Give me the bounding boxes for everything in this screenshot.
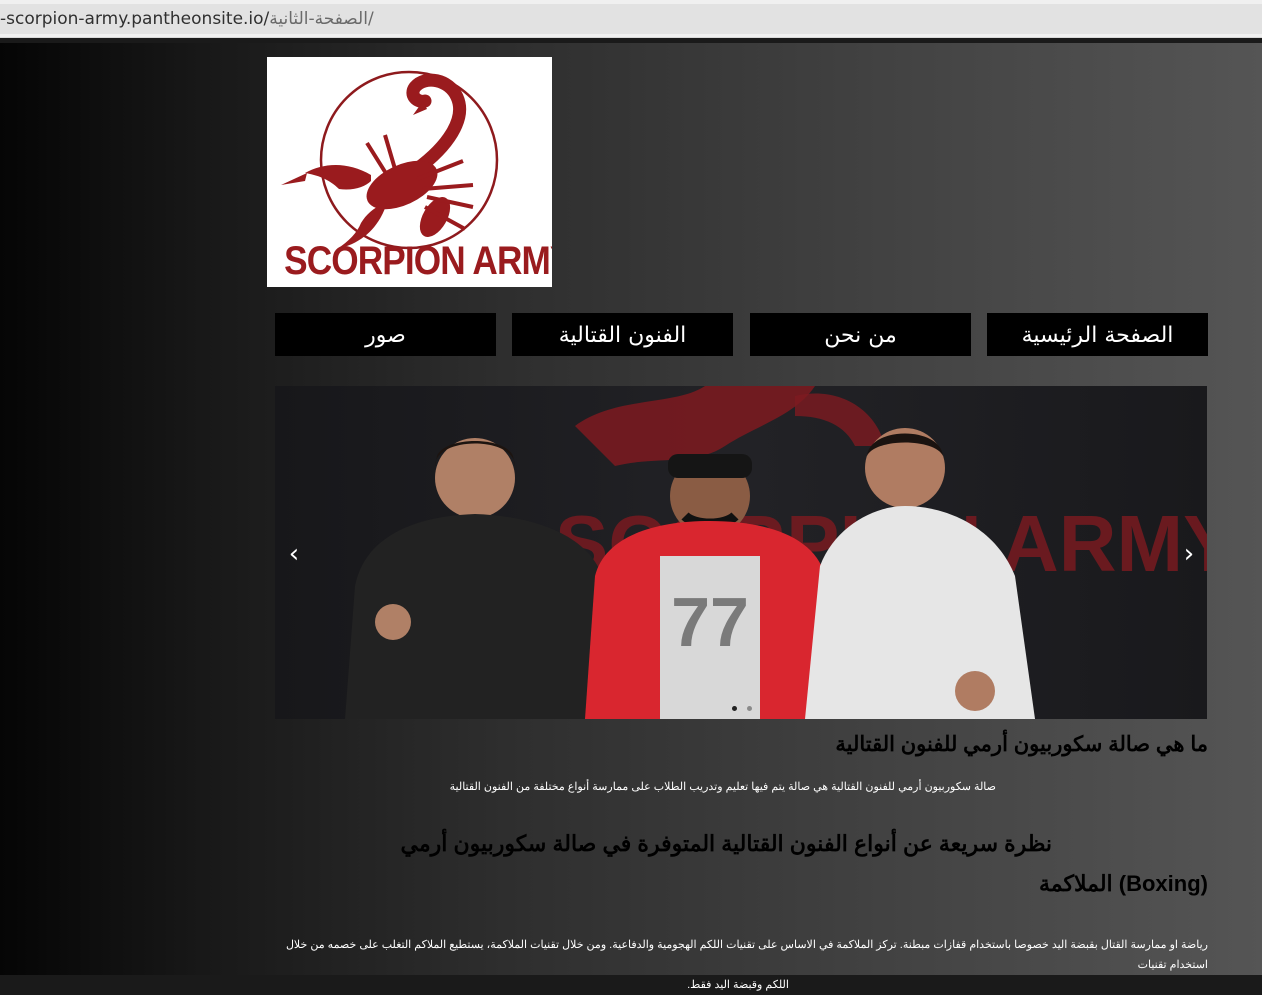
boxing-paragraph: رياضة او ممارسة القتال بقبضة اليد خصوصا … bbox=[268, 935, 1208, 995]
section-heading-boxing: (Boxing) الملاكمة bbox=[1039, 871, 1208, 896]
page-body: SCORPION ARMY الصفحة الرئيسية من نحن الف… bbox=[0, 43, 1262, 991]
url-path: الصفحة-الثانية/ bbox=[269, 9, 374, 29]
chevron-left-icon: ‹ bbox=[288, 539, 300, 569]
nav-photos-button[interactable]: صور bbox=[275, 313, 496, 356]
carousel-prev-button[interactable]: ‹ bbox=[276, 536, 312, 572]
image-carousel[interactable]: SCORPION ARMY 77 ‹ › bbox=[275, 386, 1207, 719]
about-paragraph: صالة سكوربيون أرمي للفنون القتالية هي صا… bbox=[449, 781, 996, 793]
url-host: -scorpion-army.pantheonsite.io/ bbox=[0, 9, 270, 29]
carousel-dot-1[interactable] bbox=[732, 706, 737, 711]
section-heading-about: ما هي صالة سكوربيون أرمي للفنون القتالية bbox=[835, 733, 1208, 756]
logo-text: SCORPION ARMY bbox=[284, 239, 552, 283]
section-heading-arts-overview: نظرة سريعة عن أنواع الفنون القتالية المت… bbox=[400, 831, 1052, 856]
boxing-paragraph-line-1: رياضة او ممارسة القتال بقبضة اليد خصوصا … bbox=[285, 939, 1208, 971]
nav-about-button[interactable]: من نحن bbox=[750, 313, 971, 356]
carousel-dot-2[interactable] bbox=[747, 706, 752, 711]
url-field[interactable]: -scorpion-army.pantheonsite.io/الصفحة-ال… bbox=[0, 4, 1262, 34]
chevron-right-icon: › bbox=[1183, 539, 1195, 569]
carousel-next-button[interactable]: › bbox=[1171, 536, 1207, 572]
carousel-slide-image: SCORPION ARMY 77 bbox=[275, 386, 1207, 719]
shirt-number: 77 bbox=[671, 583, 749, 661]
boxing-paragraph-line-2: اللكم وقبضة اليد فقط. bbox=[687, 979, 789, 991]
nav-martial-arts-button[interactable]: الفنون القتالية bbox=[512, 313, 733, 356]
scorpion-army-logo[interactable]: SCORPION ARMY bbox=[267, 57, 552, 287]
nav-home-button[interactable]: الصفحة الرئيسية bbox=[987, 313, 1208, 356]
browser-address-bar: -scorpion-army.pantheonsite.io/الصفحة-ال… bbox=[0, 0, 1262, 38]
